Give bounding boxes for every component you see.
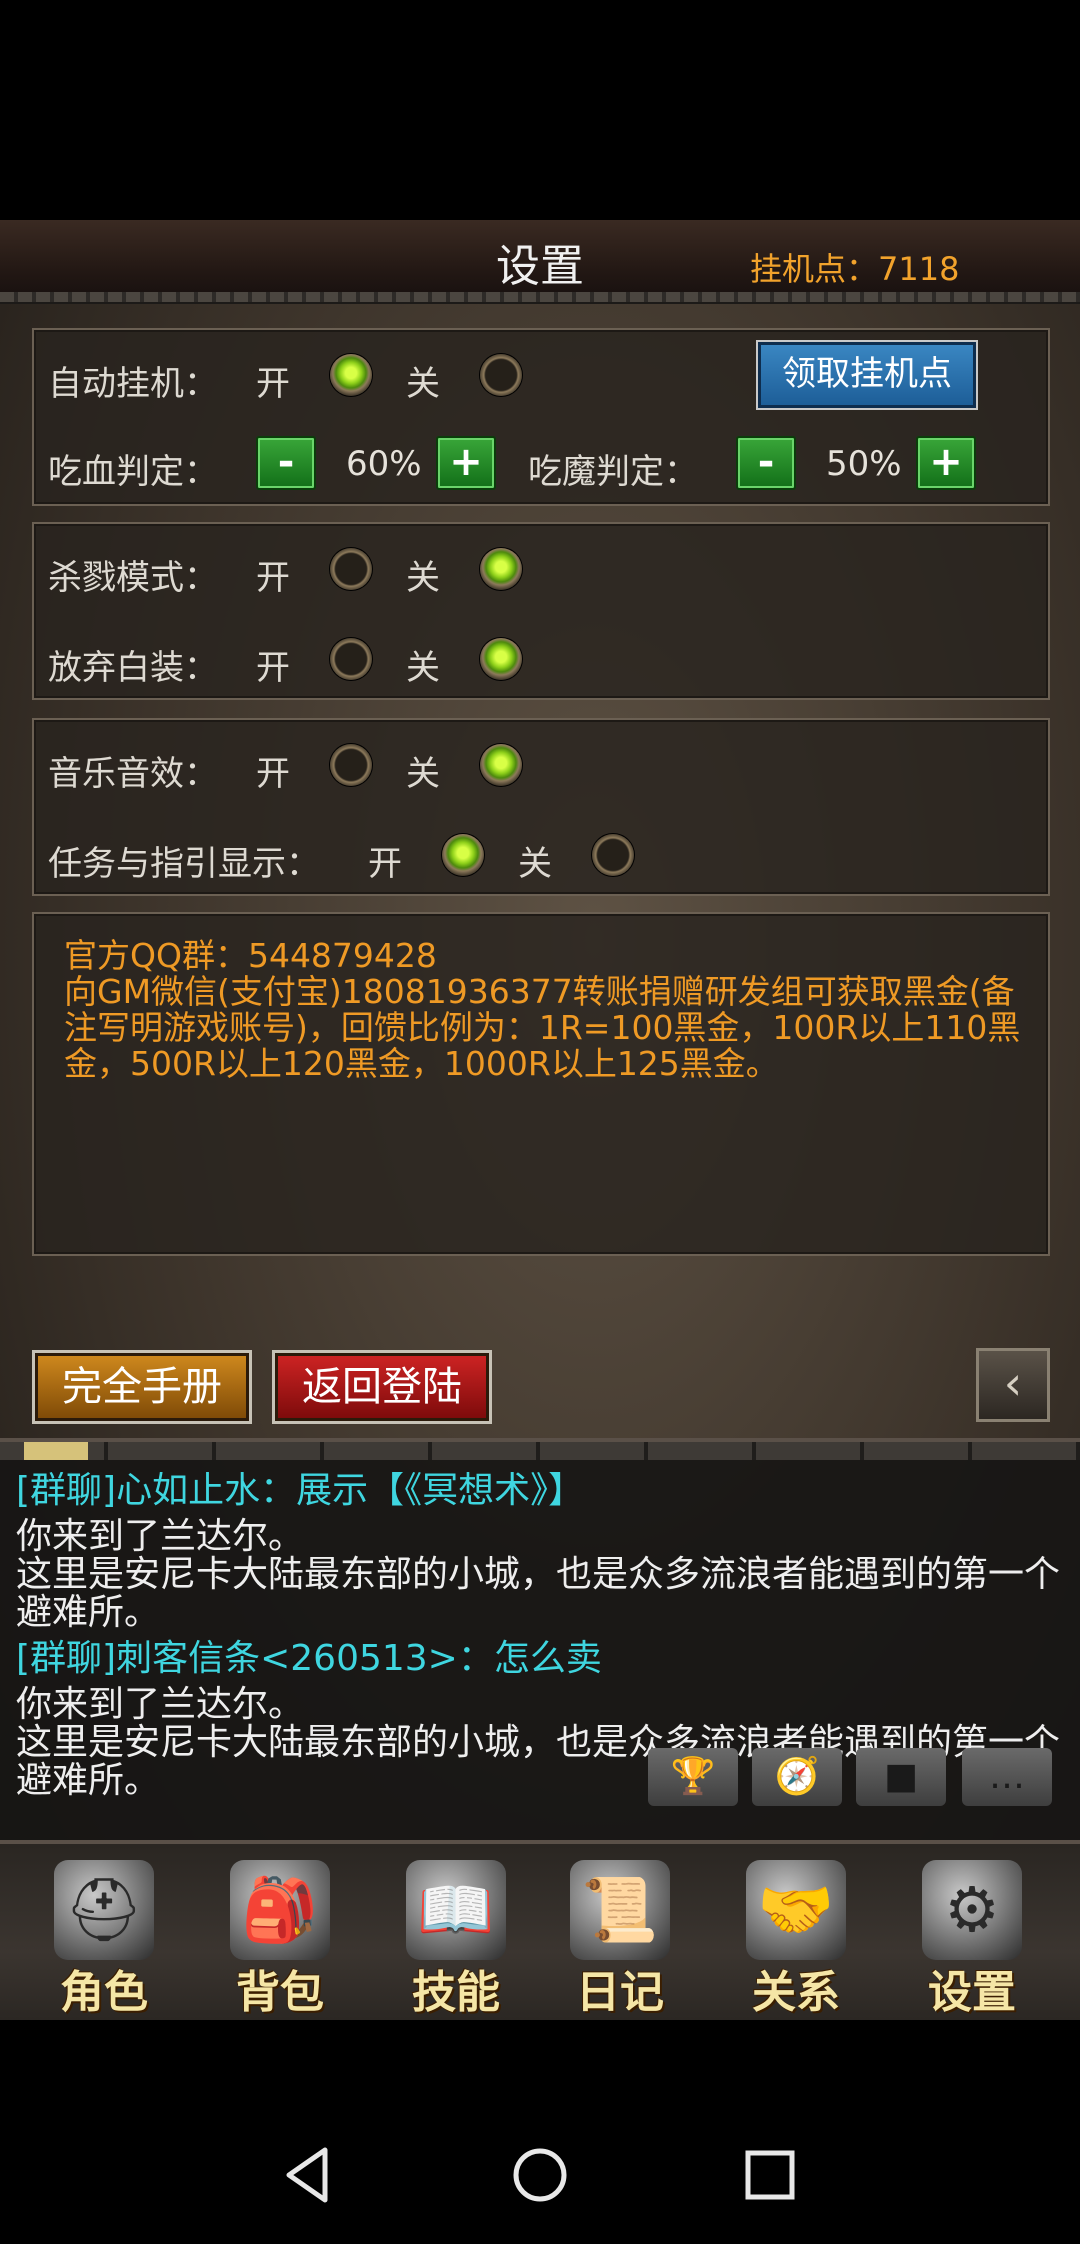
- drop-white-off-radio[interactable]: [480, 638, 522, 680]
- music-on-label: 开: [256, 754, 290, 794]
- mp-threshold-value: 50%: [826, 444, 902, 484]
- nav-diary-label: 日记: [576, 1967, 664, 2018]
- spellbook-icon: 📖: [406, 1860, 506, 1960]
- auto-hunt-on-radio[interactable]: [330, 354, 372, 396]
- home-icon[interactable]: [505, 2140, 575, 2210]
- guide-off-label: 关: [518, 844, 552, 884]
- handshake-icon: 🤝: [746, 1860, 846, 1960]
- kill-mode-on-radio[interactable]: [330, 548, 372, 590]
- auto-hunt-panel: 自动挂机： 开 关 领取挂机点 吃血判定： - 60% + 吃魔判定： - 50…: [32, 328, 1050, 506]
- back-arrow-icon[interactable]: ‹: [976, 1348, 1050, 1422]
- back-icon[interactable]: [275, 2140, 345, 2210]
- chat-group-message[interactable]: [群聊]心如止水：展示【《冥想术》】: [16, 1472, 1066, 1510]
- kill-mode-off-radio[interactable]: [480, 548, 522, 590]
- combat-panel: 杀戮模式： 开 关 放弃白装： 开 关: [32, 522, 1050, 700]
- hp-threshold-label: 吃血判定：: [48, 452, 218, 492]
- auto-hunt-off-label: 关: [406, 364, 440, 404]
- title-bar: 设置 挂机点：7118: [0, 220, 1080, 295]
- scroll-icon: 📜: [570, 1860, 670, 1960]
- stop-icon[interactable]: ■: [856, 1748, 946, 1806]
- chat-tab-active[interactable]: [24, 1442, 88, 1460]
- music-on-radio[interactable]: [330, 744, 372, 786]
- hp-threshold-value: 60%: [346, 444, 422, 484]
- title-divider: [0, 292, 1080, 304]
- hp-increase-button[interactable]: +: [436, 436, 496, 490]
- nav-role[interactable]: ⛑ 角色: [24, 1856, 184, 2018]
- music-label: 音乐音效：: [48, 754, 218, 794]
- recents-icon[interactable]: [735, 2140, 805, 2210]
- android-nav-bar: [0, 2100, 1080, 2244]
- manual-button[interactable]: 完全手册: [32, 1350, 252, 1424]
- backpack-icon: 🎒: [230, 1860, 330, 1960]
- return-login-button[interactable]: 返回登陆: [272, 1350, 492, 1424]
- nav-relations-label: 关系: [752, 1967, 840, 2018]
- auto-hunt-label: 自动挂机：: [48, 364, 218, 404]
- trophy-icon[interactable]: 🏆: [648, 1748, 738, 1806]
- drop-white-label: 放弃白装：: [48, 648, 218, 688]
- guide-on-label: 开: [368, 844, 402, 884]
- gear-icon: ⚙: [922, 1860, 1022, 1960]
- notice-text: 官方QQ群：544879428 向GM微信(支付宝)18081936377转账捐赠…: [64, 936, 1021, 1083]
- nav-settings-label: 设置: [928, 1967, 1016, 2018]
- music-off-radio[interactable]: [480, 744, 522, 786]
- drop-white-on-radio[interactable]: [330, 638, 372, 680]
- auto-hunt-on-label: 开: [256, 364, 290, 404]
- kill-mode-label: 杀戮模式：: [48, 558, 218, 598]
- kill-mode-on-label: 开: [256, 558, 290, 598]
- game-screen: 设置 挂机点：7118 自动挂机： 开 关 领取挂机点 吃血判定： - 60% …: [0, 220, 1080, 2020]
- nav-settings[interactable]: ⚙ 设置: [892, 1856, 1052, 2018]
- nav-bag[interactable]: 🎒 背包: [200, 1856, 360, 2018]
- compass-icon[interactable]: 🧭: [752, 1748, 842, 1806]
- guide-display-label: 任务与指引显示：: [48, 844, 320, 884]
- bottom-nav: ⛑ 角色 🎒 背包 📖 技能 📜 日记 🤝 关系 ⚙ 设置: [0, 1840, 1080, 2020]
- mp-decrease-button[interactable]: -: [736, 436, 796, 490]
- mp-threshold-label: 吃魔判定：: [528, 452, 698, 492]
- notice-panel: 官方QQ群：544879428 向GM微信(支付宝)18081936377转账捐赠…: [32, 912, 1050, 1256]
- drop-white-on-label: 开: [256, 648, 290, 688]
- nav-skills-label: 技能: [412, 1967, 500, 2018]
- music-off-label: 关: [406, 754, 440, 794]
- claim-idle-points-button[interactable]: 领取挂机点: [756, 340, 978, 410]
- mp-increase-button[interactable]: +: [916, 436, 976, 490]
- nav-bag-label: 背包: [236, 1967, 324, 2018]
- nav-role-label: 角色: [60, 1967, 148, 2018]
- chat-bubble-icon[interactable]: …: [962, 1748, 1052, 1806]
- sound-panel: 音乐音效： 开 关 任务与指引显示： 开 关: [32, 718, 1050, 896]
- nav-relations[interactable]: 🤝 关系: [716, 1856, 876, 2018]
- auto-hunt-off-radio[interactable]: [480, 354, 522, 396]
- kill-mode-off-label: 关: [406, 558, 440, 598]
- helmet-icon: ⛑: [54, 1860, 154, 1960]
- nav-diary[interactable]: 📜 日记: [540, 1856, 700, 2018]
- nav-skills[interactable]: 📖 技能: [376, 1856, 536, 2018]
- drop-white-off-label: 关: [406, 648, 440, 688]
- chat-system-message: 你来到了兰达尔。 这里是安尼卡大陆最东部的小城，也是众多流浪者能遇到的第一个避难…: [16, 1516, 1061, 1633]
- guide-off-radio[interactable]: [592, 834, 634, 876]
- chat-channel-tabs[interactable]: [0, 1442, 1080, 1460]
- chat-group-message[interactable]: [群聊]刺客信条<260513>：怎么卖: [16, 1640, 1066, 1678]
- hp-decrease-button[interactable]: -: [256, 436, 316, 490]
- guide-on-radio[interactable]: [442, 834, 484, 876]
- idle-points-counter: 挂机点：7118: [750, 250, 960, 288]
